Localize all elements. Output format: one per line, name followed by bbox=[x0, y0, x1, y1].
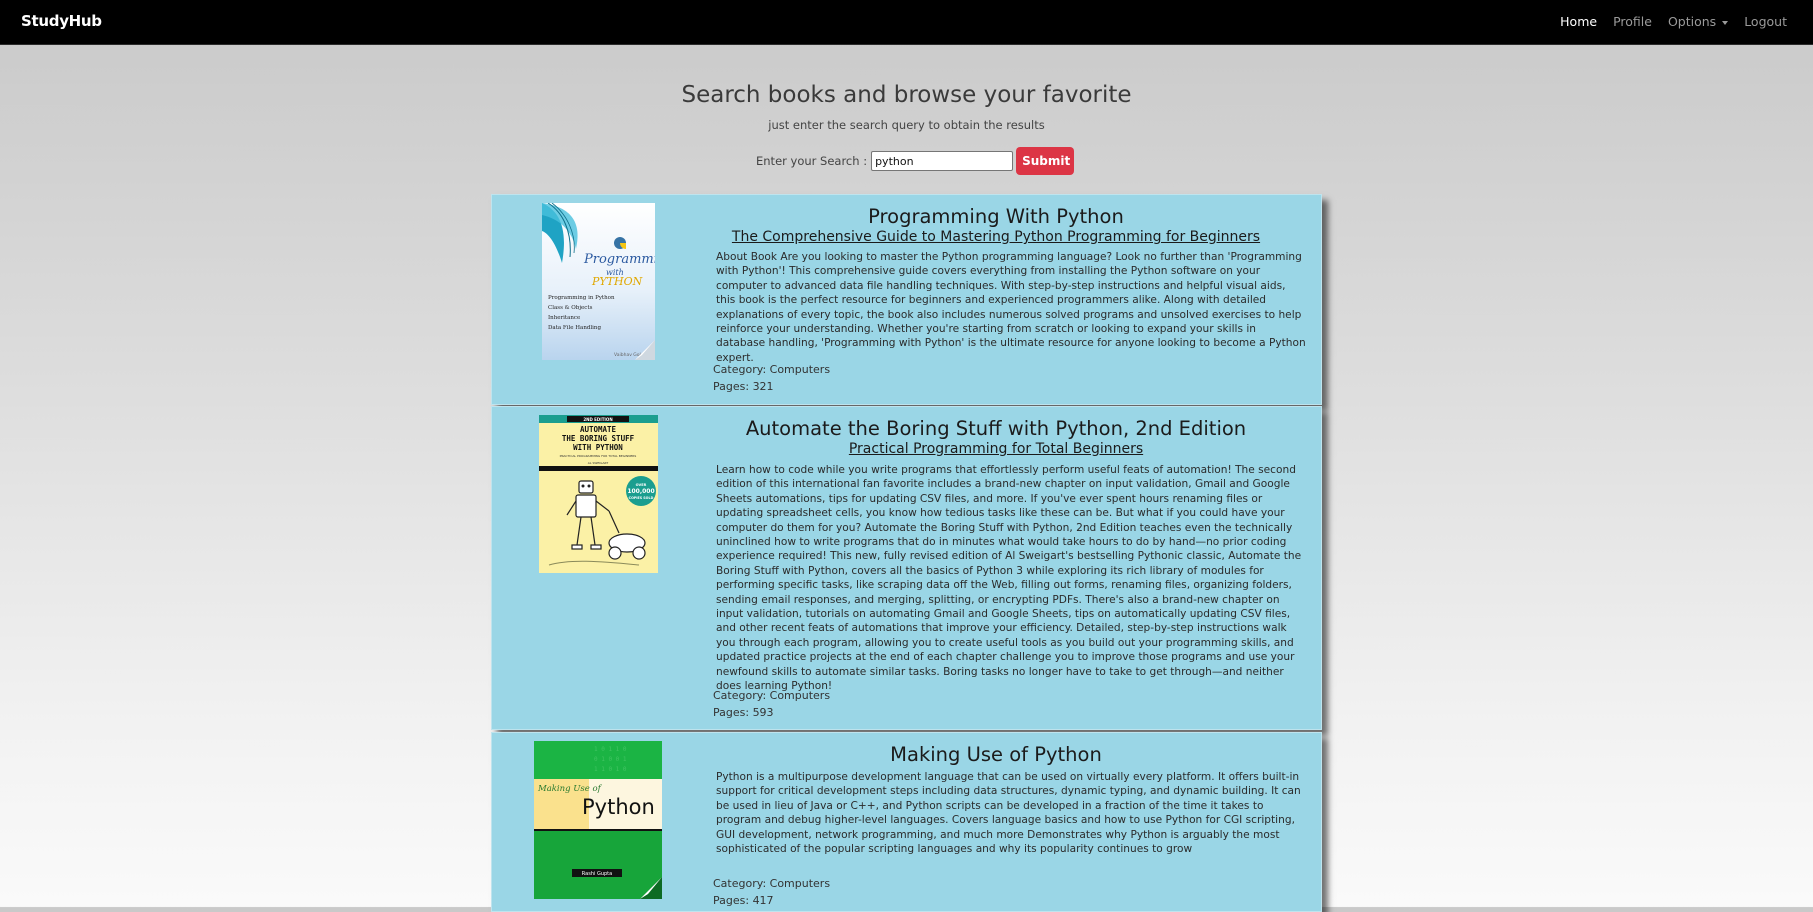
page-subtitle: just enter the search query to obtain th… bbox=[768, 118, 1045, 132]
book-cover-image[interactable]: Programming with PYTHON Programming in P… bbox=[542, 203, 655, 360]
cover-topic: Programming in Python bbox=[548, 295, 615, 301]
book-meta: Category: Computers Pages: 593 bbox=[713, 687, 830, 721]
nav-logout-link[interactable]: Logout bbox=[1744, 14, 1787, 29]
nav-links: Home Profile Options Logout bbox=[1544, 14, 1787, 29]
book-meta: Category: Computers Pages: 321 bbox=[713, 361, 830, 395]
book-category: Category: Computers bbox=[713, 689, 831, 702]
brand-logo[interactable]: StudyHub bbox=[21, 12, 102, 30]
cover-author: Rashi Gupta bbox=[582, 871, 612, 877]
book-cover-image[interactable]: 2ND EDITION AUTOMATE THE BORING STUFF WI… bbox=[539, 415, 658, 573]
book-category: Category: Computers bbox=[713, 363, 831, 376]
book-cover-image[interactable]: 1 0 1 1 0 0 1 0 0 1 1 1 0 1 0 Making Use… bbox=[534, 741, 662, 899]
page-title: Search books and browse your favorite bbox=[681, 82, 1132, 108]
submit-button[interactable]: Submit bbox=[1016, 147, 1075, 175]
cover-author: AL SWEIGART bbox=[588, 461, 609, 465]
cover-badge: OVER bbox=[636, 483, 647, 487]
svg-text:0 1 0 0 1: 0 1 0 0 1 bbox=[594, 756, 627, 763]
search-form: Enter your Search : Submit bbox=[756, 146, 1075, 176]
caret-down-icon bbox=[1722, 20, 1729, 25]
book-card: Programming with PYTHON Programming in P… bbox=[491, 194, 1322, 405]
book-category: Category: Computers bbox=[713, 877, 831, 890]
book-description: About Book Are you looking to master the… bbox=[716, 251, 1306, 364]
nav-home-link[interactable]: Home bbox=[1560, 14, 1597, 29]
cover-title-1: Programming bbox=[583, 252, 655, 267]
cover-topic: Data File Handling bbox=[548, 325, 601, 331]
book-description: Learn how to code while you write progra… bbox=[716, 464, 1302, 693]
book-title[interactable]: Programming With Python bbox=[712, 205, 1280, 228]
nav-profile-link[interactable]: Profile bbox=[1613, 14, 1652, 29]
book-card: 2ND EDITION AUTOMATE THE BORING STUFF WI… bbox=[491, 406, 1322, 730]
book-meta: Category: Computers Pages: 417 bbox=[713, 875, 830, 909]
cover-topic: Class & Objects bbox=[548, 305, 593, 311]
book-subtitle[interactable]: Practical Programming for Total Beginner… bbox=[712, 441, 1280, 457]
search-input[interactable] bbox=[871, 151, 1014, 171]
book-card: 1 0 1 1 0 0 1 0 0 1 1 1 0 1 0 Making Use… bbox=[491, 732, 1322, 912]
book-description: Python is a multipurpose development lan… bbox=[716, 771, 1301, 856]
book-pages: Pages: 417 bbox=[713, 894, 774, 907]
cover-title-1: AUTOMATE bbox=[580, 425, 617, 434]
book-subtitle[interactable]: The Comprehensive Guide to Mastering Pyt… bbox=[712, 229, 1280, 245]
nav-options-dropdown[interactable]: Options bbox=[1667, 14, 1729, 29]
cover-title-2: Python bbox=[582, 795, 655, 819]
cover-title-2: THE BORING STUFF bbox=[562, 434, 635, 443]
navbar: StudyHub Home Profile Options Logout bbox=[0, 0, 1813, 45]
cover-title-3: WITH PYTHON bbox=[573, 443, 623, 452]
cover-title-3: PYTHON bbox=[591, 275, 643, 288]
nav-options-label: Options bbox=[1667, 14, 1717, 29]
search-label: Enter your Search : bbox=[756, 154, 868, 168]
book-title[interactable]: Making Use of Python bbox=[712, 743, 1280, 766]
book-pages: Pages: 321 bbox=[713, 380, 774, 393]
cover-badge: 100,000 bbox=[627, 488, 654, 495]
book-pages: Pages: 593 bbox=[713, 706, 774, 719]
cover-title-1: Making Use of bbox=[537, 784, 603, 794]
svg-text:1 0 1 1 0: 1 0 1 1 0 bbox=[594, 746, 627, 753]
cover-tagline: PRACTICAL PROGRAMMING FOR TOTAL BEGINNER… bbox=[560, 454, 637, 458]
cover-edition: 2ND EDITION bbox=[583, 417, 612, 422]
book-title[interactable]: Automate the Boring Stuff with Python, 2… bbox=[712, 417, 1280, 440]
svg-text:1 1 0 1 0: 1 1 0 1 0 bbox=[594, 766, 627, 773]
cover-topic: Inheritance bbox=[548, 315, 580, 321]
cover-badge: COPIES SOLD bbox=[629, 496, 654, 500]
